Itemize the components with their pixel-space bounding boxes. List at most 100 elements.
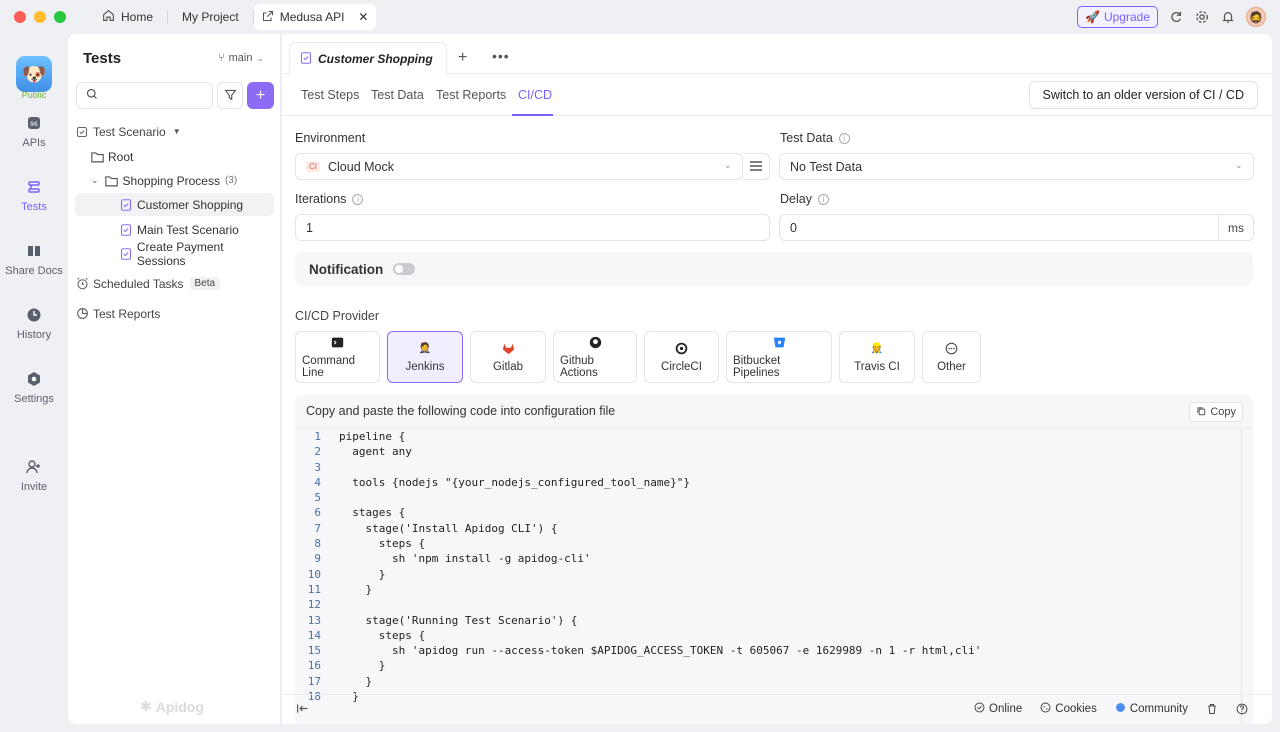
test-data-label: Test Data i (780, 131, 850, 145)
close-tab-icon[interactable]: ✕ (358, 10, 368, 24)
bitbucket-icon (772, 335, 786, 349)
refresh-icon[interactable] (1168, 9, 1184, 25)
scenario-icon (75, 125, 89, 139)
scenario-file-icon (119, 247, 133, 261)
rail-item-tests[interactable]: Tests (0, 178, 68, 213)
provider-other[interactable]: Other (922, 331, 981, 383)
code-text: stages { (339, 506, 406, 520)
maximize-window-button[interactable] (54, 11, 66, 23)
search-icon (86, 88, 98, 103)
tests-sidebar: Tests ⑂ main ⌄ + Test Scenario ▼ Root ⌄ … (68, 34, 281, 724)
code-editor[interactable]: 1 pipeline {2 agent any 3 4 tools {nodejs "… (295, 429, 1241, 704)
apidog-logo-icon: ✱ (140, 698, 152, 714)
environment-manage-button[interactable] (743, 153, 770, 180)
subtab-test-steps[interactable]: Test Steps (301, 88, 359, 102)
subtab-test-data[interactable]: Test Data (371, 88, 424, 102)
upgrade-button[interactable]: 🚀 Upgrade (1077, 6, 1158, 28)
subtab-ci-cd[interactable]: CI/CD (518, 88, 552, 102)
provider-github-actions[interactable]: Github Actions (553, 331, 637, 383)
more-icon[interactable]: ••• (492, 48, 510, 64)
rail-item-settings[interactable]: Settings (0, 370, 68, 405)
menu-icon (750, 160, 762, 174)
tab-my-project[interactable]: My Project (168, 4, 253, 30)
tree-item-customer-shopping[interactable]: Customer Shopping (75, 193, 274, 216)
gear-icon[interactable] (1194, 9, 1210, 25)
jenkins-icon: 🤵 (418, 342, 432, 354)
tree-item-test-reports[interactable]: Test Reports (75, 302, 274, 325)
code-text: } (339, 659, 386, 673)
delay-unit: ms (1218, 214, 1254, 241)
help-icon[interactable] (1236, 703, 1248, 715)
rail-item-history[interactable]: History (0, 306, 68, 341)
beta-badge: Beta (189, 277, 221, 290)
rail-item-apis[interactable]: 96 APIs (0, 114, 68, 149)
cookies-button[interactable]: Cookies (1040, 702, 1097, 716)
main-scrollbar[interactable] (1266, 116, 1272, 694)
minimize-window-button[interactable] (34, 11, 46, 23)
rail-item-invite[interactable]: Invite (0, 458, 68, 493)
tree-item-shopping-process[interactable]: ⌄ Shopping Process (3) (75, 169, 274, 192)
provider-bitbucket-pipelines[interactable]: Bitbucket Pipelines (726, 331, 832, 383)
line-number: 2 (314, 445, 321, 459)
new-tab-plus-icon[interactable]: + (458, 49, 467, 67)
tab-home[interactable]: Home (88, 4, 167, 30)
code-scrollbar[interactable] (1241, 429, 1253, 724)
rail-item-share-docs[interactable]: Share Docs (0, 242, 68, 277)
code-text: agent any (339, 445, 412, 459)
info-icon: i (817, 193, 829, 205)
code-line: 15 sh 'apidog run --access-token $APIDOG… (295, 643, 1241, 658)
bell-icon[interactable] (1220, 9, 1236, 25)
doc-tab-customer-shopping[interactable]: Customer Shopping (289, 42, 447, 75)
add-button[interactable]: + (247, 82, 274, 109)
iterations-input[interactable]: 1 (295, 214, 770, 241)
search-input[interactable] (76, 82, 213, 109)
subtab-test-reports[interactable]: Test Reports (436, 88, 506, 102)
project-avatar-icon[interactable]: 🐶 (16, 56, 52, 92)
provider-travis-ci[interactable]: 👷 Travis CI (839, 331, 915, 383)
environment-select[interactable]: CI Cloud Mock ⌄ (295, 153, 743, 180)
provider-jenkins[interactable]: 🤵 Jenkins (387, 331, 463, 383)
code-text: stage('Install Apidog CLI') { (339, 521, 558, 535)
branch-icon: ⑂ (218, 52, 225, 64)
filter-button[interactable] (217, 82, 243, 109)
code-line: 8 steps { (295, 536, 1241, 551)
scenario-file-icon (119, 223, 133, 237)
provider-circleci[interactable]: CircleCI (644, 331, 719, 383)
code-line: 12 (295, 597, 1241, 612)
tree-item-create-payment-sessions[interactable]: Create Payment Sessions (75, 240, 274, 268)
community-icon (1115, 702, 1126, 716)
code-text: stage('Running Test Scenario') { (339, 613, 578, 627)
code-text: tools {nodejs "{your_nodejs_configured_t… (339, 475, 690, 489)
community-button[interactable]: Community (1115, 702, 1188, 716)
code-text: pipeline { (339, 430, 406, 443)
switch-older-version-button[interactable]: Switch to an older version of CI / CD (1028, 81, 1258, 109)
delay-input[interactable]: 0 (779, 214, 1219, 241)
code-text: steps { (339, 628, 426, 642)
online-status[interactable]: Online (974, 702, 1022, 716)
tab-label: Home (121, 10, 154, 24)
tree-item-root[interactable]: Root (75, 145, 274, 168)
copy-button[interactable]: Copy (1189, 402, 1243, 422)
line-number: 8 (314, 537, 321, 551)
collapse-sidebar-icon[interactable] (296, 702, 309, 718)
notification-toggle[interactable] (393, 263, 416, 275)
test-data-select[interactable]: No Test Data ⌄ (779, 153, 1254, 180)
provider-list: Command Line 🤵 Jenkins Gitlab Github Act… (295, 331, 981, 383)
document-tab-bar: Customer Shopping + ••• (282, 34, 1272, 75)
code-text: } (339, 674, 373, 688)
settings-icon (25, 370, 43, 388)
tab-medusa-api[interactable]: Medusa API ✕ (253, 4, 377, 30)
user-avatar[interactable]: 🧔 (1246, 7, 1266, 27)
tree-item-main-test-scenario[interactable]: Main Test Scenario (75, 218, 274, 241)
branch-selector[interactable]: ⑂ main ⌄ (218, 52, 264, 64)
provider-command-line[interactable]: Command Line (295, 331, 380, 383)
code-line: 10 } (295, 567, 1241, 582)
close-window-button[interactable] (14, 11, 26, 23)
tree-item-scheduled-tasks[interactable]: Scheduled Tasks Beta (75, 272, 274, 295)
trash-icon[interactable] (1206, 703, 1218, 715)
provider-gitlab[interactable]: Gitlab (470, 331, 546, 383)
tree-item-test-scenario[interactable]: Test Scenario ▼ (75, 120, 274, 143)
code-line: 14 steps { (295, 628, 1241, 643)
info-icon: i (838, 132, 850, 144)
line-number: 16 (307, 659, 321, 673)
